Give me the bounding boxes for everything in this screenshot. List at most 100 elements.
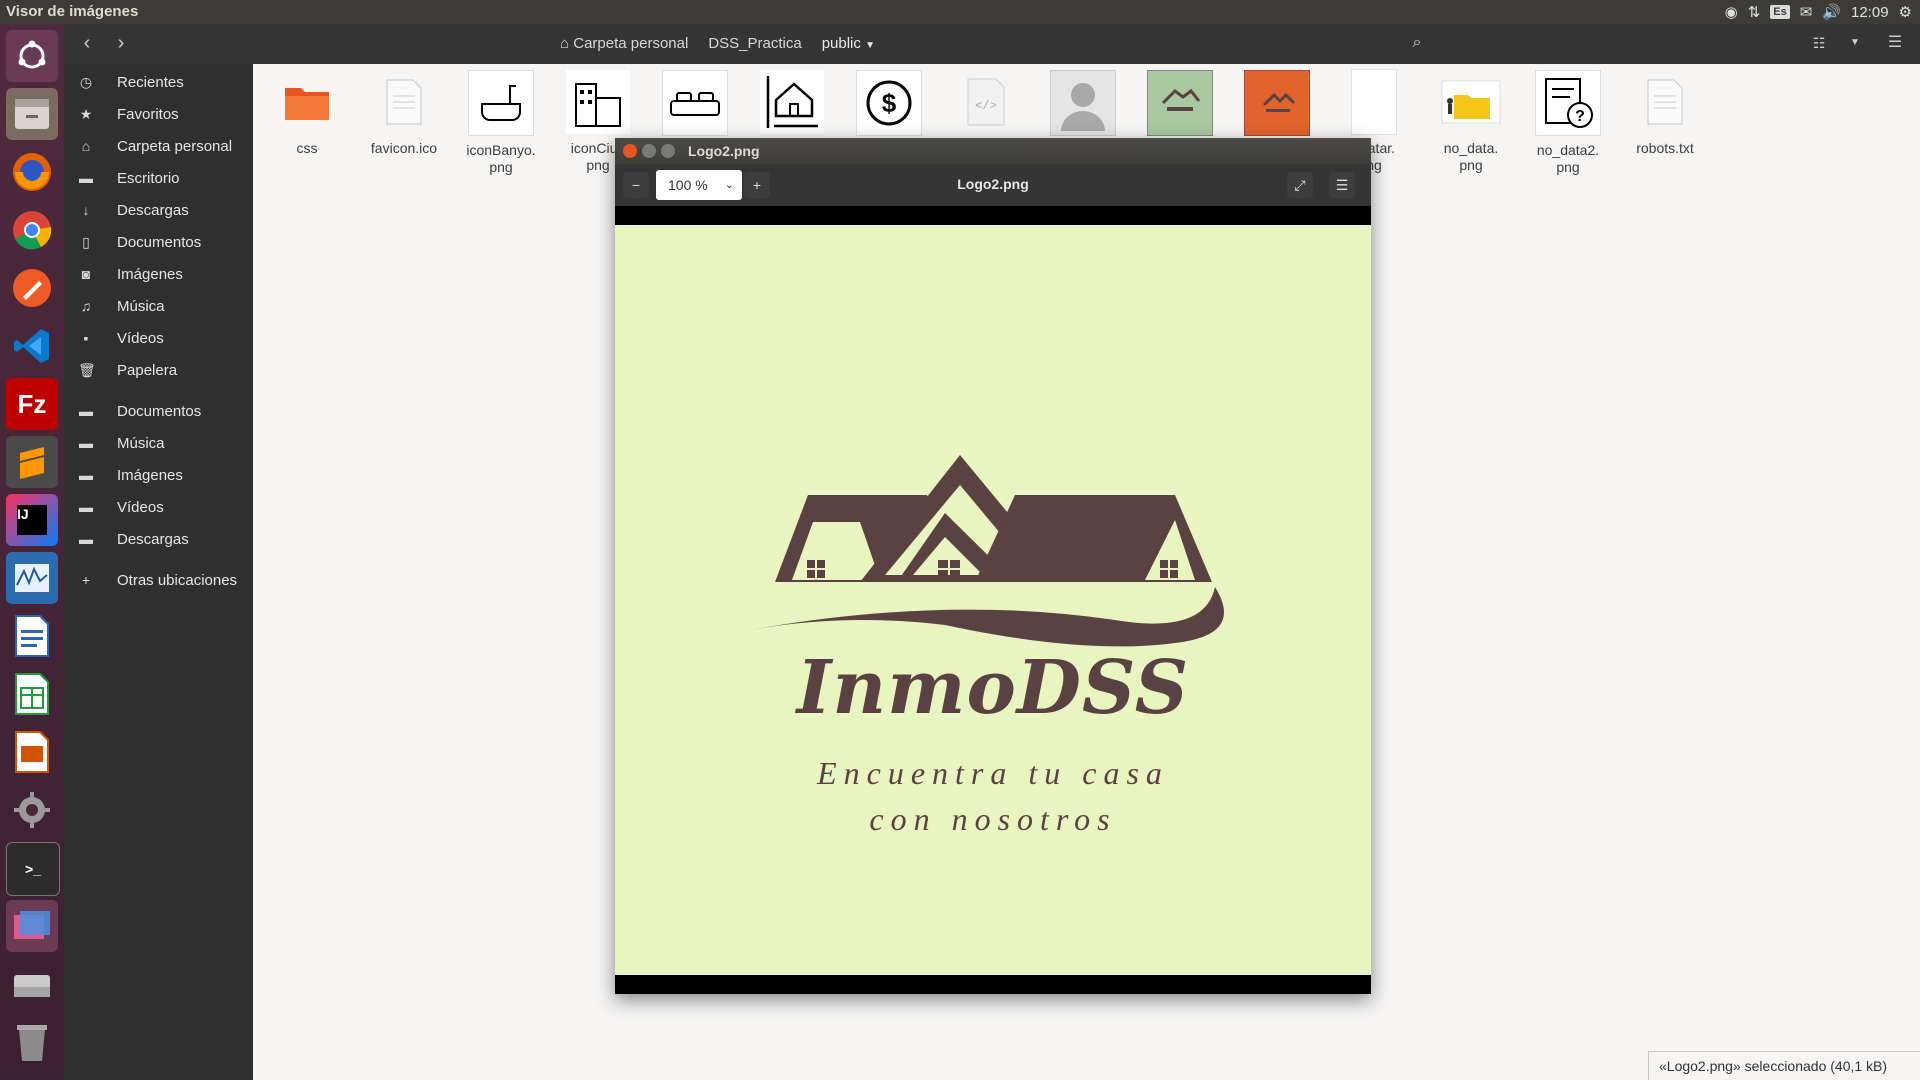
intellij-icon[interactable]: IJ	[6, 494, 58, 546]
list-view-icon[interactable]: ☷	[1807, 32, 1831, 56]
sidebar-item-musica[interactable]: ♫ Música	[64, 292, 253, 322]
file-item-no-data2[interactable]: ? no_data2. png	[1520, 70, 1616, 176]
file-item-avatar-person[interactable]	[1035, 70, 1131, 142]
file-item-house-area[interactable]	[744, 70, 840, 140]
ubuntu-dash-icon[interactable]	[6, 30, 58, 82]
system-settings-icon[interactable]	[6, 784, 58, 836]
view-options-chevron-icon[interactable]: ▼	[1843, 32, 1867, 56]
sidebar-item-descargas[interactable]: ↓ Descargas	[64, 196, 253, 226]
volume-icon[interactable]: 🔊	[1822, 3, 1841, 21]
sidebar-item-favoritos[interactable]: ★ Favoritos	[64, 100, 253, 130]
firefox-icon[interactable]	[6, 146, 58, 198]
file-manager-header: ‹ › ⌂ Carpeta personal DSS_Practica publ…	[64, 24, 1920, 64]
person-avatar-icon	[1050, 70, 1116, 136]
file-item-no-data[interactable]: no_data. png	[1423, 70, 1519, 174]
file-item-iconbanyo[interactable]: iconBanyo. png	[453, 70, 549, 176]
zoom-select[interactable]: 100 % ⌄	[656, 170, 742, 200]
file-item-css[interactable]: css	[259, 70, 355, 157]
launcher: Fz IJ >_	[0, 24, 64, 1080]
sidebar-item-videos[interactable]: ▪ Vídeos	[64, 324, 253, 354]
file-item-logo-orange[interactable]	[1229, 70, 1325, 142]
terminal-icon[interactable]: >_	[6, 842, 60, 896]
network-icon[interactable]: ⇅	[1748, 3, 1761, 21]
hamburger-menu-icon[interactable]: ☰	[1329, 172, 1355, 198]
file-item-favicon[interactable]: favicon.ico	[356, 70, 452, 157]
sublime-text-icon[interactable]	[6, 436, 58, 488]
back-chevron-icon[interactable]: ‹	[75, 32, 99, 56]
generic-file-icon	[372, 70, 436, 134]
mail-icon[interactable]: ✉	[1800, 3, 1813, 21]
drive-icon[interactable]	[6, 958, 58, 1010]
image-canvas[interactable]: InmoDSS Encuentra tu casa con nosotros	[615, 225, 1371, 975]
zoom-out-button[interactable]: −	[623, 172, 649, 198]
filezilla-icon[interactable]: Fz	[6, 378, 58, 430]
file-item-dollar[interactable]: $	[841, 70, 937, 142]
vscode-icon[interactable]	[6, 320, 58, 372]
maximize-icon[interactable]	[661, 144, 675, 158]
indicator-area: ◉ ⇅ Es ✉ 🔊 12:09 ⚙	[1725, 0, 1920, 24]
bathtub-icon	[468, 70, 534, 136]
settings-gear-icon[interactable]: ⚙	[1899, 3, 1912, 21]
file-item-code[interactable]: </>	[938, 70, 1034, 140]
home-icon: ⌂	[560, 35, 570, 52]
sidebar-item-papelera[interactable]: 🗑 Papelera	[64, 356, 253, 386]
status-bar: «Logo2.png» seleccionado (40,1 kB)	[1648, 1051, 1920, 1080]
libreoffice-writer-icon[interactable]	[6, 610, 58, 662]
breadcrumb-public[interactable]: public ▼	[813, 31, 884, 57]
bookmark-musica[interactable]: ▬ Música	[64, 429, 253, 459]
brand-name: InmoDSS	[796, 645, 1190, 731]
file-item-logo-green[interactable]	[1132, 70, 1228, 142]
postman-icon[interactable]	[6, 262, 58, 314]
chrome-icon[interactable]	[6, 204, 58, 256]
music-note-icon: ♫	[80, 298, 92, 314]
minimize-icon[interactable]	[642, 144, 656, 158]
trash-icon: 🗑	[78, 362, 96, 378]
image-viewer-icon[interactable]	[6, 900, 58, 952]
trash-icon[interactable]	[6, 1016, 58, 1068]
forward-chevron-icon[interactable]: ›	[109, 32, 133, 56]
fullscreen-icon[interactable]: ⤢	[1287, 172, 1313, 198]
bookmark-documentos[interactable]: ▬ Documentos	[64, 397, 253, 427]
system-monitor-icon[interactable]	[6, 552, 58, 604]
breadcrumb: ⌂ Carpeta personal DSS_Practica public ▼	[551, 31, 884, 57]
bed-icon	[662, 70, 728, 136]
file-item-bed[interactable]	[647, 70, 743, 142]
zoom-in-button[interactable]: +	[744, 172, 770, 198]
file-manager-sidebar: ◷ Recientes ★ Favoritos ⌂ Carpeta personal …	[64, 64, 253, 1080]
top-panel: Visor de imágenes ◉ ⇅ Es ✉ 🔊 12:09 ⚙	[0, 0, 1920, 24]
breadcrumb-dss-practica[interactable]: DSS_Practica	[699, 31, 810, 57]
folder-icon: ▬	[79, 435, 93, 451]
sidebar-item-escritorio[interactable]: ▬ Escritorio	[64, 164, 253, 194]
viewer-toolbar: − 100 % ⌄ + Logo2.png ⤢ ☰	[615, 164, 1371, 206]
sidebar-item-documentos[interactable]: ▯ Documentos	[64, 228, 253, 258]
libreoffice-impress-icon[interactable]	[6, 726, 58, 778]
clock[interactable]: 12:09	[1851, 4, 1889, 21]
sidebar-item-otras-ubicaciones[interactable]: + Otras ubicaciones	[64, 566, 253, 596]
bookmark-videos[interactable]: ▬ Vídeos	[64, 493, 253, 523]
image-viewer-window: Logo2.png − 100 % ⌄ + Logo2.png ⤢ ☰ Inmo…	[615, 138, 1371, 994]
sidebar-item-recientes[interactable]: ◷ Recientes	[64, 68, 253, 98]
chevron-down-icon: ⌄	[724, 179, 734, 191]
close-icon[interactable]	[623, 144, 637, 158]
keyboard-layout-indicator[interactable]: Es	[1770, 5, 1790, 19]
viewer-titlebar[interactable]: Logo2.png	[615, 138, 1371, 164]
bookmark-descargas[interactable]: ▬ Descargas	[64, 525, 253, 555]
tagline-line-2: con nosotros	[869, 801, 1117, 837]
search-icon[interactable]: ⌕	[1405, 32, 1429, 56]
libreoffice-calc-icon[interactable]	[6, 668, 58, 720]
logo-thumbnail-icon	[1147, 70, 1213, 136]
file-item-robots[interactable]: robots.txt	[1617, 70, 1713, 157]
svg-text:?: ?	[1575, 108, 1585, 125]
hamburger-menu-icon[interactable]: ☰	[1883, 32, 1907, 56]
blank-image-icon	[1342, 69, 1406, 135]
plus-icon: +	[81, 572, 91, 588]
sidebar-item-imagenes[interactable]: ◙ Imágenes	[64, 260, 253, 290]
logo-thumbnail-icon	[1244, 70, 1310, 136]
sidebar-item-carpeta-personal[interactable]: ⌂ Carpeta personal	[64, 132, 253, 162]
folder-icon: ▬	[79, 403, 93, 419]
eye-icon[interactable]: ◉	[1725, 3, 1738, 21]
svg-text:</>: </>	[975, 99, 997, 113]
files-app-icon[interactable]	[6, 88, 58, 140]
breadcrumb-home[interactable]: ⌂ Carpeta personal	[551, 31, 697, 57]
bookmark-imagenes[interactable]: ▬ Imágenes	[64, 461, 253, 491]
